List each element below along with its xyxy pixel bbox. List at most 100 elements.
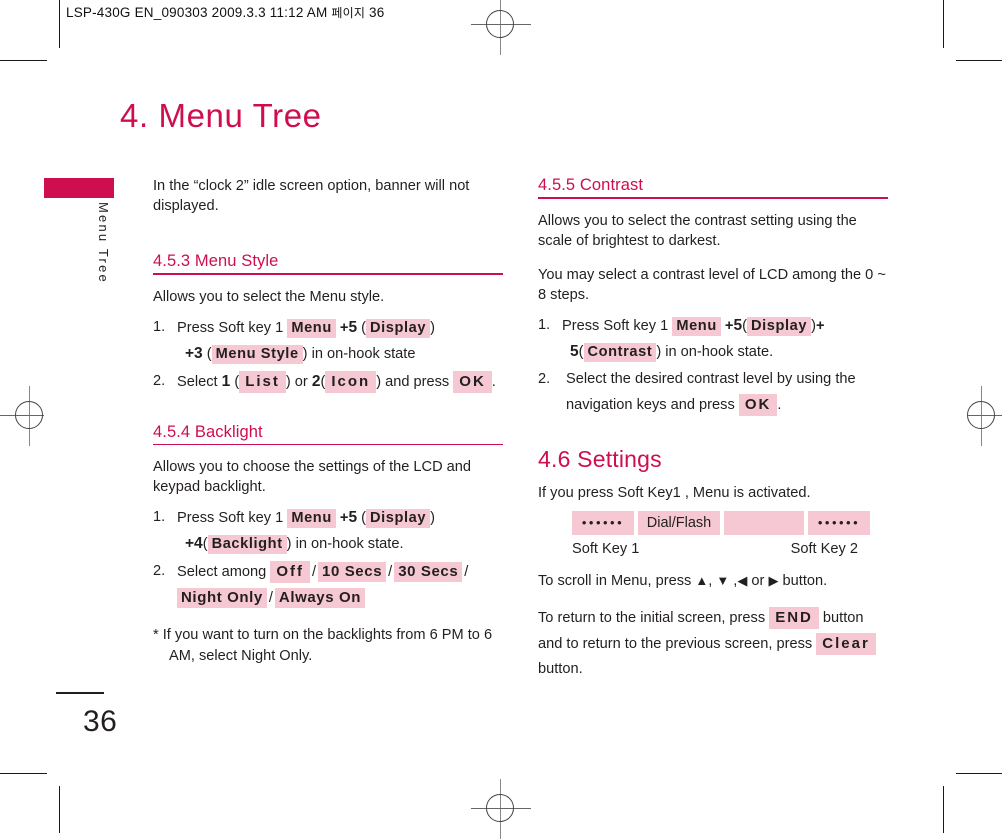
trim-mark-top-left-h: [0, 60, 47, 61]
return-text-c: button.: [538, 660, 583, 677]
contrast-description-1: Allows you to select the contrast settin…: [538, 212, 857, 249]
menu-style-steps: 1. Press Soft key 1 Menu +5 (Display) +3…: [153, 315, 503, 395]
option-30-secs[interactable]: 30 Secs: [394, 562, 463, 583]
soft-key-cell-1: ••••••: [572, 510, 634, 535]
option-night-only[interactable]: Night Only: [177, 588, 267, 609]
step-number: 2.: [538, 370, 551, 387]
section-heading-backlight: 4.5.4 Backlight: [153, 422, 263, 441]
slug-filename: LSP-430G EN_090303 2009.3.3 11:12 AM: [66, 5, 328, 20]
trim-mark-top-right-h: [956, 60, 1002, 61]
step-text: Press Soft key 1: [562, 317, 669, 334]
paren-close: ): [430, 510, 435, 527]
option-off[interactable]: Off: [270, 561, 310, 584]
paren-close-2: ): [376, 373, 382, 390]
soft-key-1-label: Soft Key 1: [572, 540, 640, 557]
trim-mark-top-right-v: [943, 0, 944, 48]
separator: /: [268, 590, 273, 607]
settings-description: If you press Soft Key1 , Menu is activat…: [538, 484, 811, 501]
step-text: Select the desired contrast level by usi…: [566, 370, 856, 413]
step-number: 1.: [153, 509, 166, 526]
page-title: 4. Menu Tree: [120, 97, 322, 134]
arrow-down-icon: ▼: [716, 572, 730, 588]
step-number: 2.: [153, 372, 166, 389]
step-number: 1.: [538, 316, 551, 333]
scroll-text-a: To scroll in Menu, press: [538, 572, 692, 589]
key-clear[interactable]: Clear: [816, 632, 876, 655]
option-always-on[interactable]: Always On: [274, 588, 365, 609]
page-number-rule: [56, 692, 104, 694]
key-backlight[interactable]: Backlight: [207, 535, 287, 555]
step-text: Select: [177, 373, 218, 390]
trim-mark-bottom-left-v: [59, 786, 60, 833]
step-text: Select among: [177, 564, 267, 581]
step-text: Press Soft key 1: [177, 510, 284, 527]
key-contrast[interactable]: Contrast: [583, 342, 657, 362]
paren-close-2: ): [302, 345, 308, 362]
option-10-secs[interactable]: 10 Secs: [318, 562, 387, 583]
soft-key-cell-dial-flash: Dial/Flash: [638, 510, 720, 535]
key-ok[interactable]: OK: [453, 370, 492, 393]
period: .: [777, 396, 782, 413]
key-display[interactable]: Display: [366, 509, 431, 529]
paren-close: ): [430, 319, 435, 336]
arrow-left-icon: ◀: [737, 572, 748, 588]
trim-mark-top-left-v: [59, 0, 60, 48]
digit-1: 1: [221, 372, 231, 390]
right-column: 4.5.5 Contrast Allows you to select the …: [538, 176, 888, 696]
menu-style-description: Allows you to select the Menu style.: [153, 288, 385, 305]
intro-paragraph: In the “clock 2” idle screen option, ban…: [153, 178, 470, 214]
arrow-up-icon: ▲: [695, 572, 709, 588]
print-slug-line: LSP-430G EN_090303 2009.3.3 11:12 AM 페이지…: [66, 4, 384, 21]
section-heading-settings: 4.6 Settings: [538, 445, 662, 472]
registration-mark-bottom: [471, 779, 531, 839]
key-end[interactable]: END: [769, 606, 819, 629]
step-tail-text: in on-hook state.: [665, 343, 774, 360]
paren-close: ): [285, 373, 291, 390]
paren-open-2: (: [578, 343, 584, 360]
return-text-a: To return to the initial screen, press: [538, 609, 766, 626]
key-menu[interactable]: Menu: [287, 318, 336, 338]
soft-key-labels: Soft Key 1 Soft Key 2: [572, 541, 858, 557]
arrow-right-icon: ▶: [768, 572, 779, 588]
digit-5: 5: [733, 316, 743, 334]
list-item: 1. Press Soft key 1 Menu +5 (Display) +3…: [153, 315, 503, 367]
backlight-description: Allows you to choose the settings of the…: [153, 459, 472, 496]
section-heading-contrast: 4.5.5 Contrast: [538, 176, 644, 194]
key-display[interactable]: Display: [366, 318, 431, 338]
separator: /: [311, 564, 317, 581]
backlight-steps: 1. Press Soft key 1 Menu +5 (Display) +4…: [153, 505, 503, 611]
step-continuation: 5(Contrast) in on-hook state.: [562, 339, 888, 365]
key-menu[interactable]: Menu: [672, 316, 721, 336]
section-heading-menu-style: 4.5.3 Menu Style: [153, 252, 279, 270]
list-item: 2. Select the desired contrast level by …: [538, 367, 888, 418]
paren-open-2: (: [206, 345, 212, 362]
key-menu[interactable]: Menu: [287, 509, 336, 529]
contrast-steps: 1. Press Soft key 1 Menu +5(Display)+ 5(…: [538, 313, 888, 418]
digit-5: 5: [348, 318, 358, 336]
trim-mark-bottom-left-h: [0, 773, 47, 774]
key-display[interactable]: Display: [746, 316, 812, 336]
key-ok[interactable]: OK: [738, 393, 778, 416]
registration-mark-top: [471, 0, 531, 55]
scroll-text-b: button.: [782, 572, 828, 589]
chapter-tab-marker: [44, 178, 114, 198]
plus-sign-tail: +: [815, 317, 825, 334]
section-rule-backlight: [153, 443, 503, 446]
digit-5-line2: 5: [570, 342, 579, 360]
soft-key-bar-diagram: •••••• Dial/Flash ••••••: [572, 510, 888, 535]
key-list[interactable]: List: [239, 370, 286, 393]
registration-mark-left: [0, 386, 60, 446]
digit-5: 5: [348, 509, 358, 527]
left-column: In the “clock 2” idle screen option, ban…: [153, 176, 503, 667]
comma-1: ,: [708, 572, 713, 589]
paren-close-2: ): [286, 536, 292, 553]
soft-key-2-label: Soft Key 2: [790, 540, 858, 557]
list-item: 2. Select 1 (List) or 2(Icon) and press …: [153, 369, 503, 395]
backlight-footnote: * If you want to turn on the backlights …: [153, 627, 493, 665]
key-icon[interactable]: Icon: [325, 370, 377, 393]
key-menu-style[interactable]: Menu Style: [211, 344, 303, 364]
paren-close-2: ): [656, 343, 662, 360]
step-continuation: +4(Backlight) in on-hook state.: [177, 531, 503, 557]
plus-digit-4: +4: [185, 535, 203, 553]
trim-mark-bottom-right-v: [943, 786, 944, 833]
